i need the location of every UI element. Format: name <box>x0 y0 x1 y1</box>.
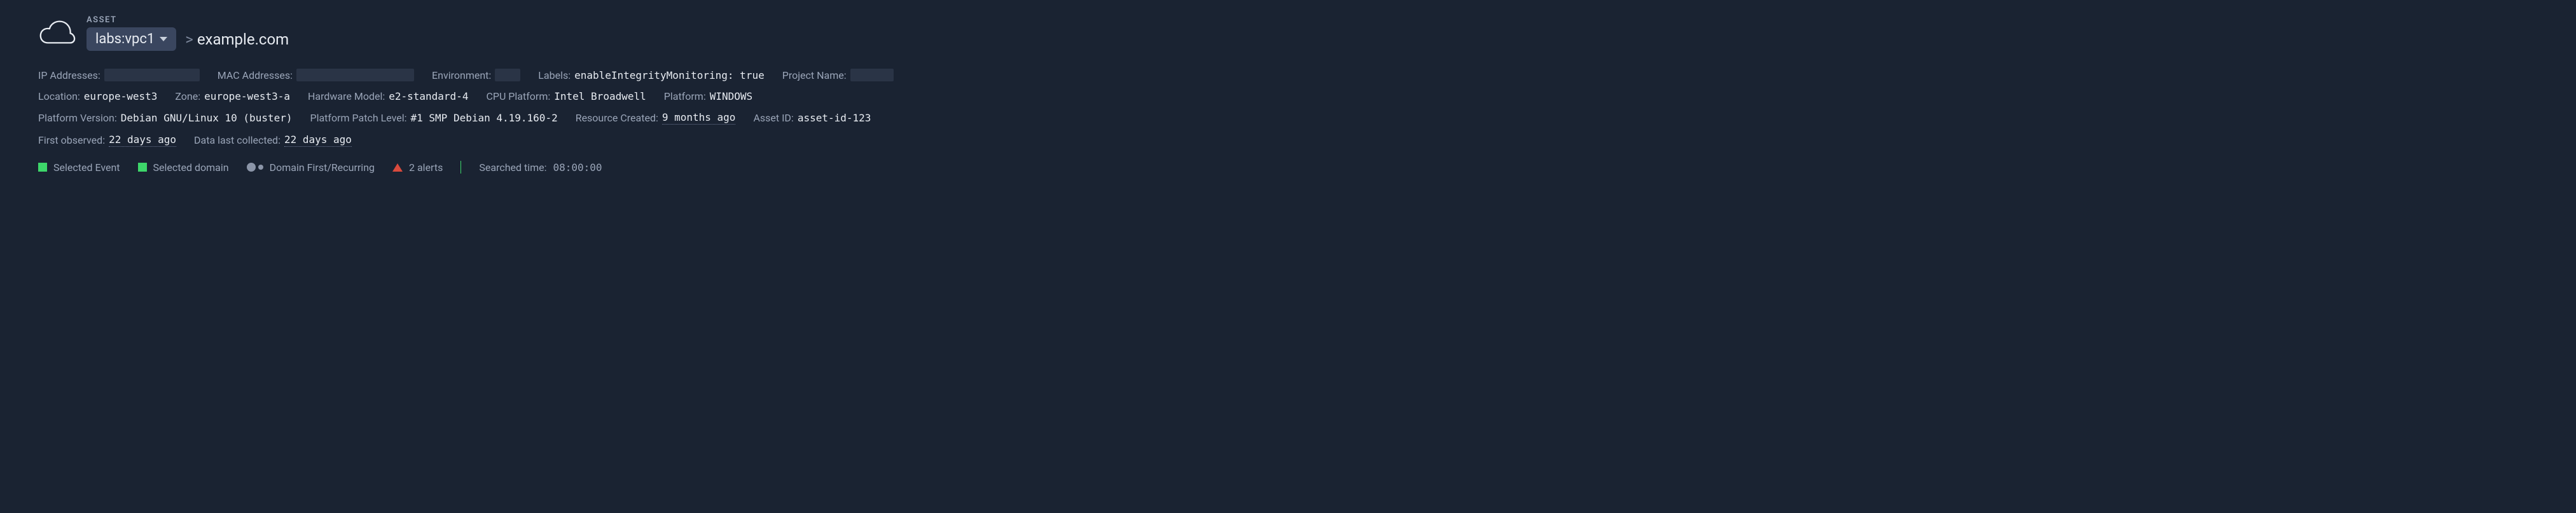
ip-redacted <box>104 69 200 81</box>
pver-label: Platform Version: <box>38 112 117 124</box>
legend-selected-event: Selected Event <box>38 161 120 174</box>
assetid-value: asset-id-123 <box>798 112 871 124</box>
kv-env: Environment: <box>432 69 520 81</box>
searched-time-value: 08:00:00 <box>553 161 602 174</box>
zone-label: Zone: <box>175 90 200 102</box>
lastcol-label: Data last collected: <box>194 134 280 146</box>
kv-cpu: CPU Platform: Intel Broadwell <box>486 90 646 102</box>
divider <box>460 161 461 174</box>
breadcrumb-domain: example.com <box>197 31 289 48</box>
kv-pver: Platform Version: Debian GNU/Linux 10 (b… <box>38 112 292 124</box>
asset-selector-text: labs:vpc1 <box>95 31 155 47</box>
square-icon <box>138 163 147 172</box>
meta-row-3: Platform Version: Debian GNU/Linux 10 (b… <box>38 111 2538 125</box>
firstobs-label: First observed: <box>38 134 105 146</box>
ip-label: IP Addresses: <box>38 69 100 81</box>
legend-selected-domain-label: Selected domain <box>153 161 229 174</box>
asset-label: ASSET <box>87 15 289 25</box>
zone-value: europe-west3-a <box>204 90 290 102</box>
kv-project: Project Name: <box>782 69 894 81</box>
legend-domain-fr-label: Domain First/Recurring <box>270 161 375 174</box>
env-label: Environment: <box>432 69 491 81</box>
chevron-down-icon <box>160 37 167 41</box>
dots-icon <box>247 163 263 172</box>
project-label: Project Name: <box>782 69 847 81</box>
breadcrumb: > example.com <box>185 31 289 48</box>
labels-value: enableIntegrityMonitoring: true <box>574 69 765 81</box>
pver-value: Debian GNU/Linux 10 (buster) <box>121 112 293 124</box>
ppatch-label: Platform Patch Level: <box>310 112 406 124</box>
square-icon <box>38 163 47 172</box>
kv-rcreated: Resource Created: 9 months ago <box>576 111 736 125</box>
hw-label: Hardware Model: <box>308 90 385 102</box>
legend-domain-fr: Domain First/Recurring <box>247 161 375 174</box>
kv-assetid: Asset ID: asset-id-123 <box>753 112 871 124</box>
alert-triangle-icon <box>392 163 403 172</box>
env-redacted <box>495 69 520 81</box>
legend: Selected Event Selected domain Domain Fi… <box>38 161 2538 174</box>
kv-platform: Platform: WINDOWS <box>664 90 752 102</box>
kv-ip: IP Addresses: <box>38 69 200 81</box>
mac-redacted <box>296 69 414 81</box>
labels-label: Labels: <box>538 69 571 81</box>
breadcrumb-sep: > <box>185 31 193 48</box>
legend-alerts-label: 2 alerts <box>409 161 443 174</box>
legend-alerts[interactable]: 2 alerts <box>392 161 443 174</box>
searched-time-label: Searched time: <box>479 161 546 174</box>
legend-searched-time: Searched time: 08:00:00 <box>479 161 602 174</box>
kv-hw: Hardware Model: e2-standard-4 <box>308 90 468 102</box>
location-value: europe-west3 <box>84 90 158 102</box>
meta-row-2: Location: europe-west3 Zone: europe-west… <box>38 90 2538 102</box>
legend-selected-domain: Selected domain <box>138 161 229 174</box>
project-redacted <box>850 69 894 81</box>
legend-selected-event-label: Selected Event <box>53 161 120 174</box>
kv-labels: Labels: enableIntegrityMonitoring: true <box>538 69 764 81</box>
kv-ppatch: Platform Patch Level: #1 SMP Debian 4.19… <box>310 112 557 124</box>
kv-mac: MAC Addresses: <box>218 69 414 81</box>
meta-row-4: First observed: 22 days ago Data last co… <box>38 133 2538 147</box>
kv-firstobs: First observed: 22 days ago <box>38 133 176 147</box>
rcreated-label: Resource Created: <box>576 112 658 124</box>
mac-label: MAC Addresses: <box>218 69 293 81</box>
asset-metadata: IP Addresses: MAC Addresses: Environment… <box>38 69 2538 147</box>
lastcol-value[interactable]: 22 days ago <box>284 133 352 147</box>
meta-row-1: IP Addresses: MAC Addresses: Environment… <box>38 69 2538 81</box>
platform-label: Platform: <box>664 90 706 102</box>
kv-location: Location: europe-west3 <box>38 90 157 102</box>
kv-zone: Zone: europe-west3-a <box>175 90 290 102</box>
location-label: Location: <box>38 90 80 102</box>
cpu-label: CPU Platform: <box>486 90 550 102</box>
cloud-icon <box>38 18 76 49</box>
ppatch-value: #1 SMP Debian 4.19.160-2 <box>411 112 558 124</box>
rcreated-value[interactable]: 9 months ago <box>662 111 736 125</box>
platform-value: WINDOWS <box>710 90 752 102</box>
kv-lastcol: Data last collected: 22 days ago <box>194 133 352 147</box>
cpu-value: Intel Broadwell <box>554 90 646 102</box>
firstobs-value[interactable]: 22 days ago <box>109 133 176 147</box>
assetid-label: Asset ID: <box>753 112 793 124</box>
asset-selector[interactable]: labs:vpc1 <box>87 27 176 51</box>
asset-header: ASSET labs:vpc1 > example.com <box>38 15 2538 51</box>
hw-value: e2-standard-4 <box>389 90 468 102</box>
